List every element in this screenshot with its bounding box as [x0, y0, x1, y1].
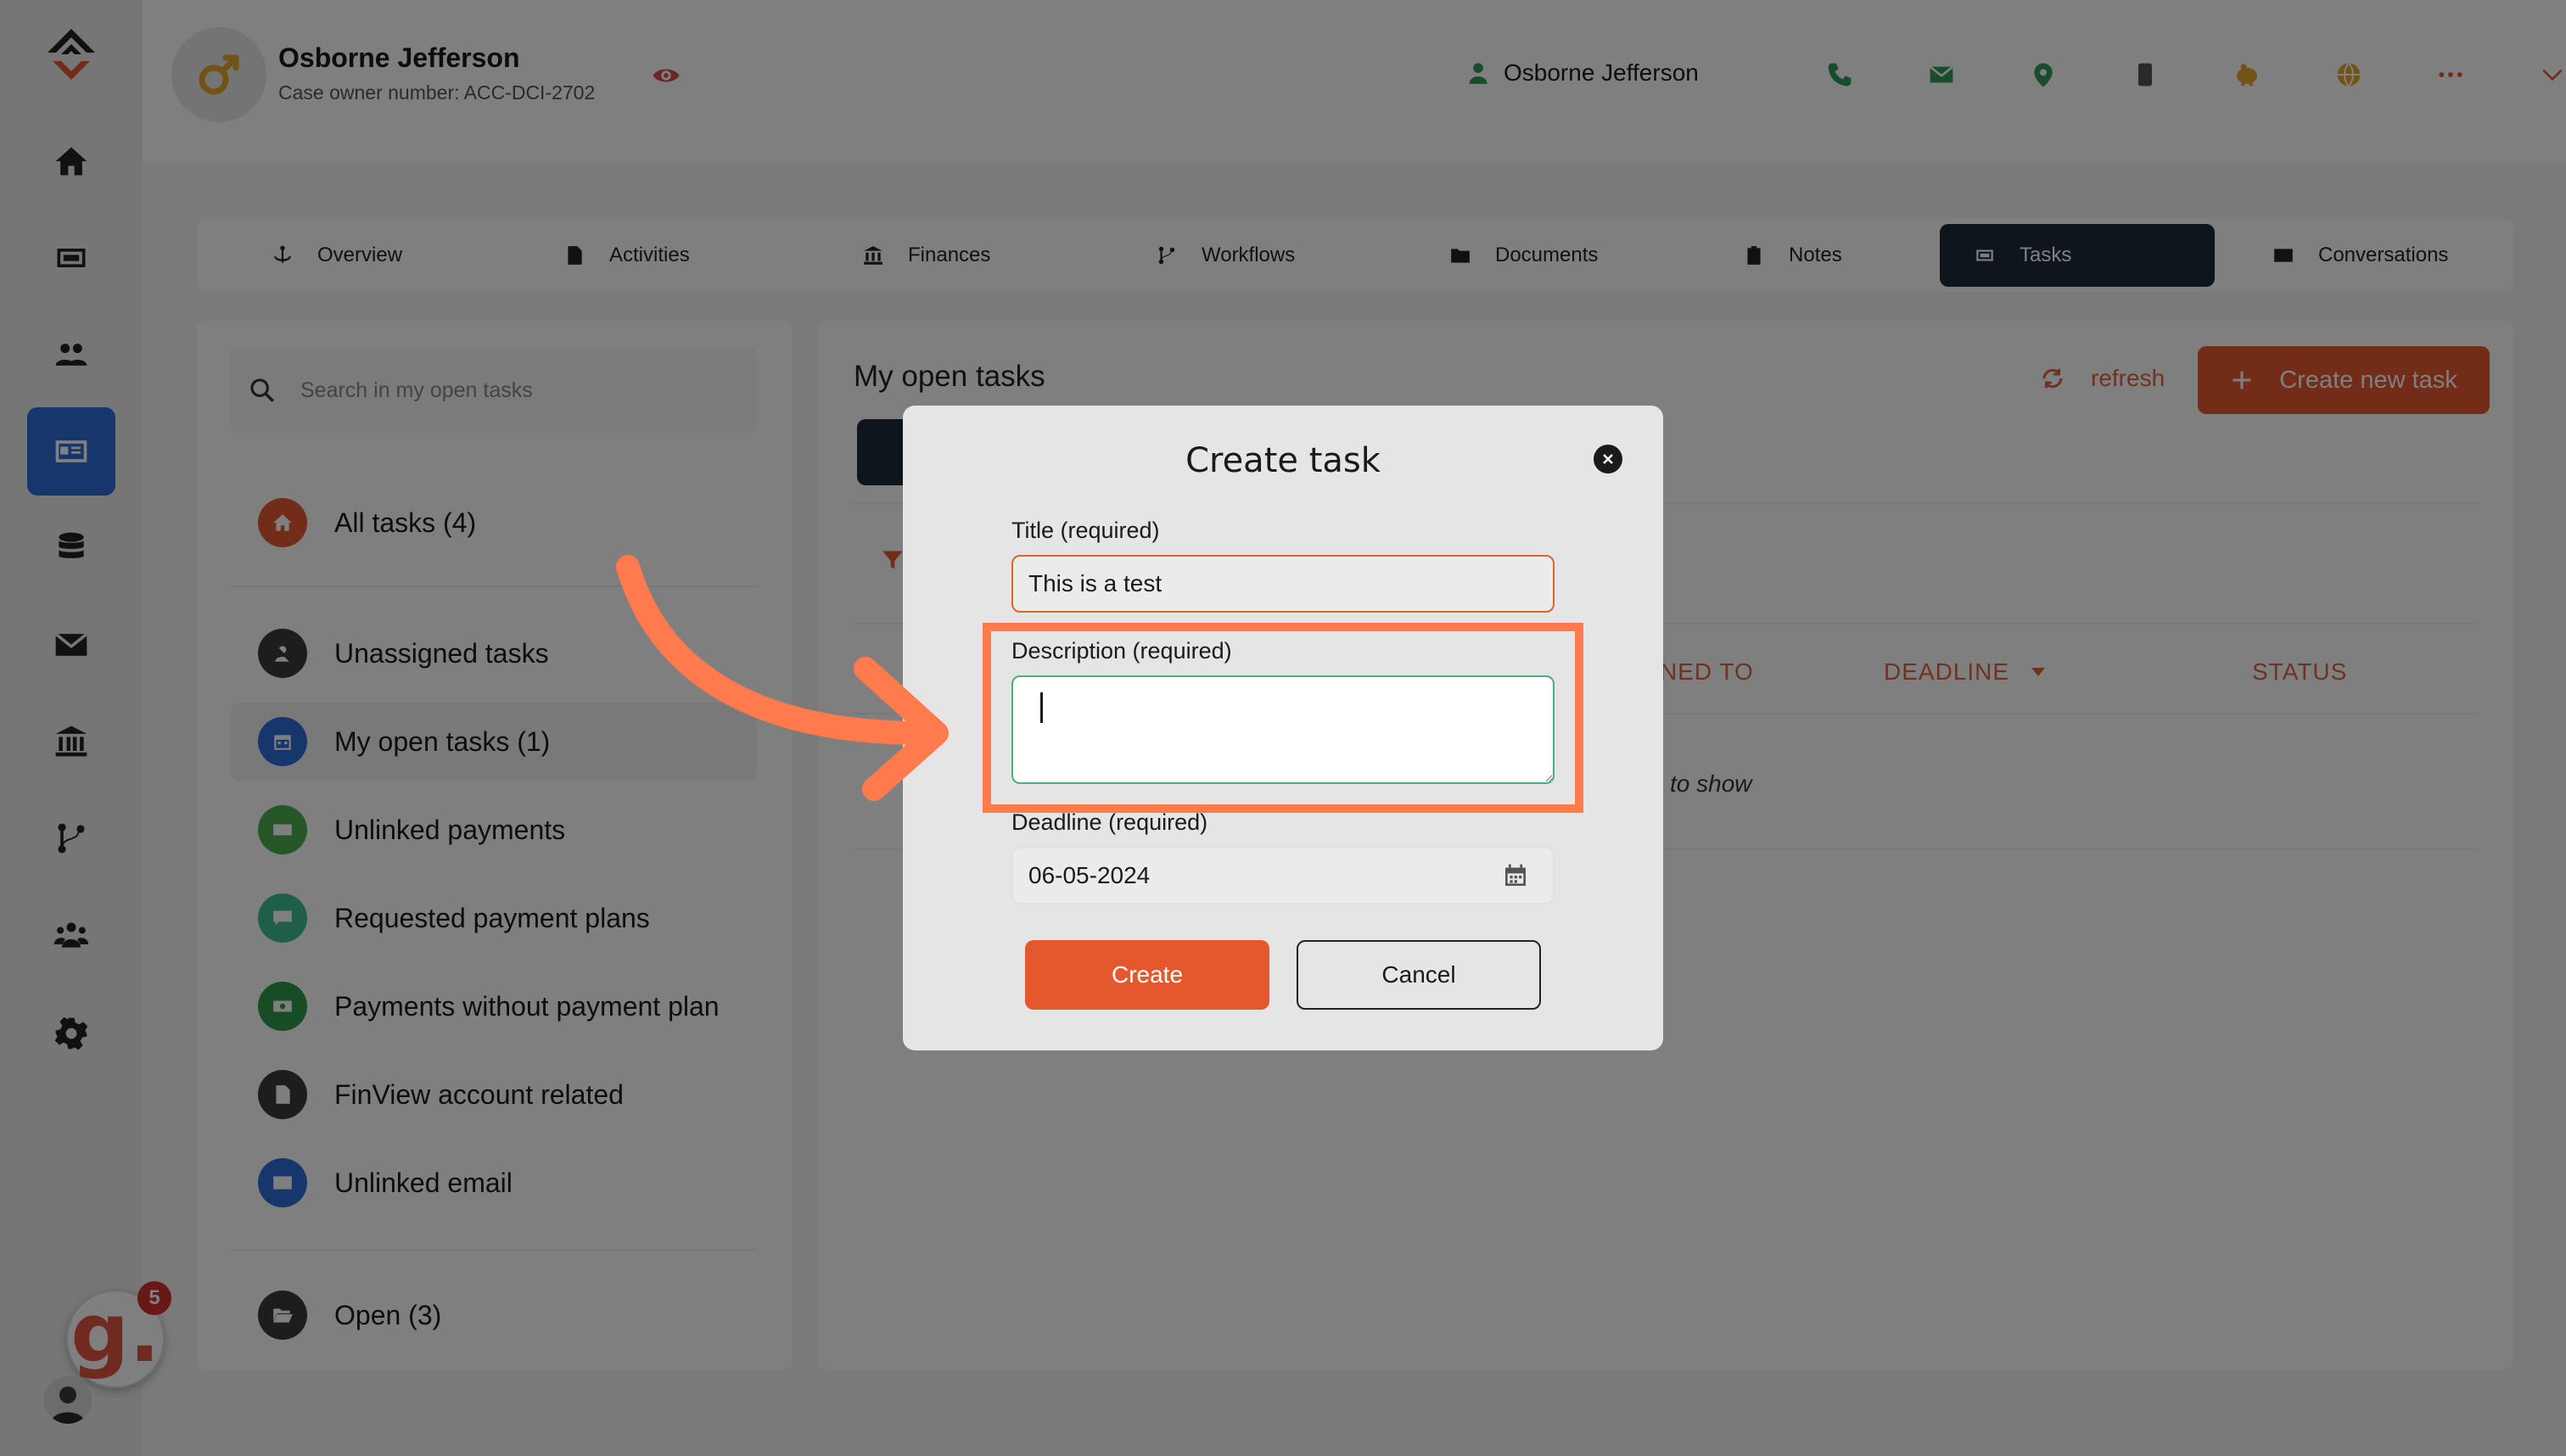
deadline-input[interactable]: [1011, 847, 1555, 904]
arrow-annotation-icon: [616, 555, 949, 801]
close-dialog-button[interactable]: [1594, 445, 1622, 473]
dialog-title: Create task: [1185, 441, 1381, 480]
create-button[interactable]: Create: [1025, 940, 1269, 1010]
close-icon: [1603, 454, 1613, 464]
deadline-label: Deadline (required): [1011, 809, 1208, 835]
title-label: Title (required): [1011, 518, 1160, 543]
cancel-button[interactable]: Cancel: [1297, 940, 1541, 1010]
title-input[interactable]: [1011, 555, 1555, 613]
calendar-icon[interactable]: [1502, 862, 1529, 889]
description-highlight-box: [983, 623, 1583, 813]
